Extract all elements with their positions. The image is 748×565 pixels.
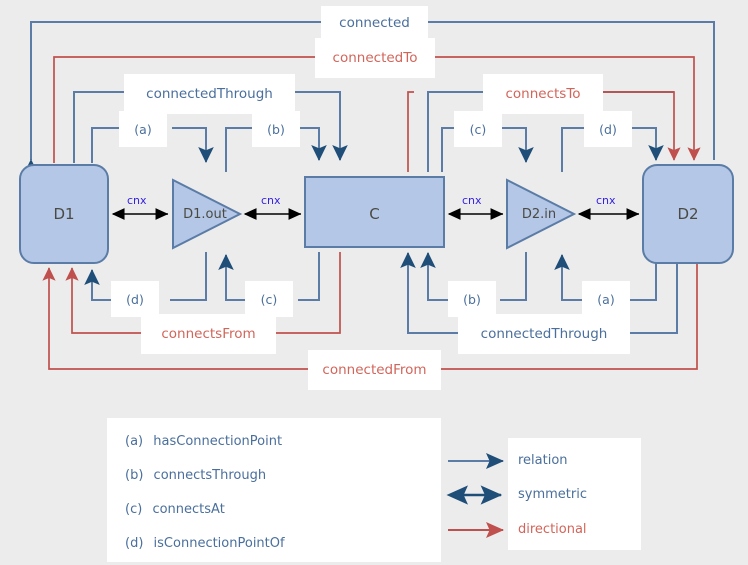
edge-label-d-top: (d) bbox=[584, 111, 632, 147]
edge-d-bottom-right bbox=[170, 252, 207, 301]
legend-name: connectsAt bbox=[152, 502, 225, 517]
edge-connectsTo-left bbox=[407, 91, 414, 172]
legend-name: connectsThrough bbox=[153, 468, 267, 483]
legend-relations-panel: (a) hasConnectionPoint (b) connectsThrou… bbox=[107, 418, 441, 562]
edge-label-c-top: (c) bbox=[454, 111, 502, 147]
edge-b-bottom-right bbox=[500, 252, 527, 301]
edge-b-top-left bbox=[225, 127, 254, 172]
edge-c-top-right bbox=[498, 127, 534, 163]
node-label-D2: D2 bbox=[677, 205, 699, 223]
legend-linetype-directional: directional bbox=[518, 522, 587, 537]
edge-a-top-right bbox=[172, 127, 214, 163]
edge-label-c-bottom: (c) bbox=[245, 281, 293, 317]
node-label-D1-out: D1.out bbox=[183, 206, 227, 222]
edge-label-connectedFrom: connectedFrom bbox=[308, 350, 441, 390]
edge-label-connected: connected bbox=[321, 6, 428, 39]
legend-row: (d) isConnectionPointOf bbox=[125, 534, 441, 565]
edge-label-connectedThrough-bottom: connectedThrough bbox=[458, 314, 630, 354]
node-label-D2-in: D2.in bbox=[521, 206, 557, 222]
legend-row: (c) connectsAt bbox=[125, 500, 441, 534]
edge-label-a-bottom: (a) bbox=[582, 281, 630, 317]
legend-name: hasConnectionPoint bbox=[153, 434, 283, 449]
edge-label-connectsFrom: connectsFrom bbox=[141, 314, 276, 354]
legend-name: isConnectionPointOf bbox=[153, 536, 285, 551]
legend-linetypes-panel: relation symmetric directional bbox=[508, 438, 641, 550]
cnx-label-3: cnx bbox=[462, 194, 482, 207]
legend-key: (c) bbox=[125, 502, 143, 517]
edge-connectedThrough-bottom-right bbox=[628, 252, 678, 334]
legend-linetype-symmetric: symmetric bbox=[518, 487, 587, 502]
diagram-canvas: D1 D1.out C D2.in D2 cnx cnx cnx cnx con… bbox=[0, 0, 748, 565]
edge-d-top-left bbox=[561, 127, 586, 172]
node-label-C: C bbox=[369, 205, 380, 223]
legend-linetype-relation: relation bbox=[518, 453, 568, 468]
edge-d-top-right bbox=[628, 127, 664, 161]
node-label-D1: D1 bbox=[53, 205, 75, 223]
edge-c-bottom-right bbox=[298, 252, 320, 301]
legend-row: (b) connectsThrough bbox=[125, 466, 441, 500]
edge-label-d-bottom: (d) bbox=[111, 281, 159, 317]
legend-key: (b) bbox=[125, 468, 144, 483]
cnx-label-4: cnx bbox=[596, 194, 616, 207]
edge-label-connectsTo: connectsTo bbox=[483, 74, 603, 114]
edge-label-a-top: (a) bbox=[119, 111, 167, 147]
legend-key: (a) bbox=[125, 434, 144, 449]
edge-label-connectedTo: connectedTo bbox=[315, 38, 435, 78]
legend-row: (a) hasConnectionPoint bbox=[125, 432, 441, 466]
cnx-label-1: cnx bbox=[127, 194, 147, 207]
edge-label-b-bottom: (b) bbox=[448, 281, 496, 317]
cnx-label-2: cnx bbox=[261, 194, 281, 207]
edge-label-connectedThrough-top: connectedThrough bbox=[124, 74, 295, 114]
legend-key: (d) bbox=[125, 536, 144, 551]
edge-label-b-top: (b) bbox=[252, 111, 300, 147]
